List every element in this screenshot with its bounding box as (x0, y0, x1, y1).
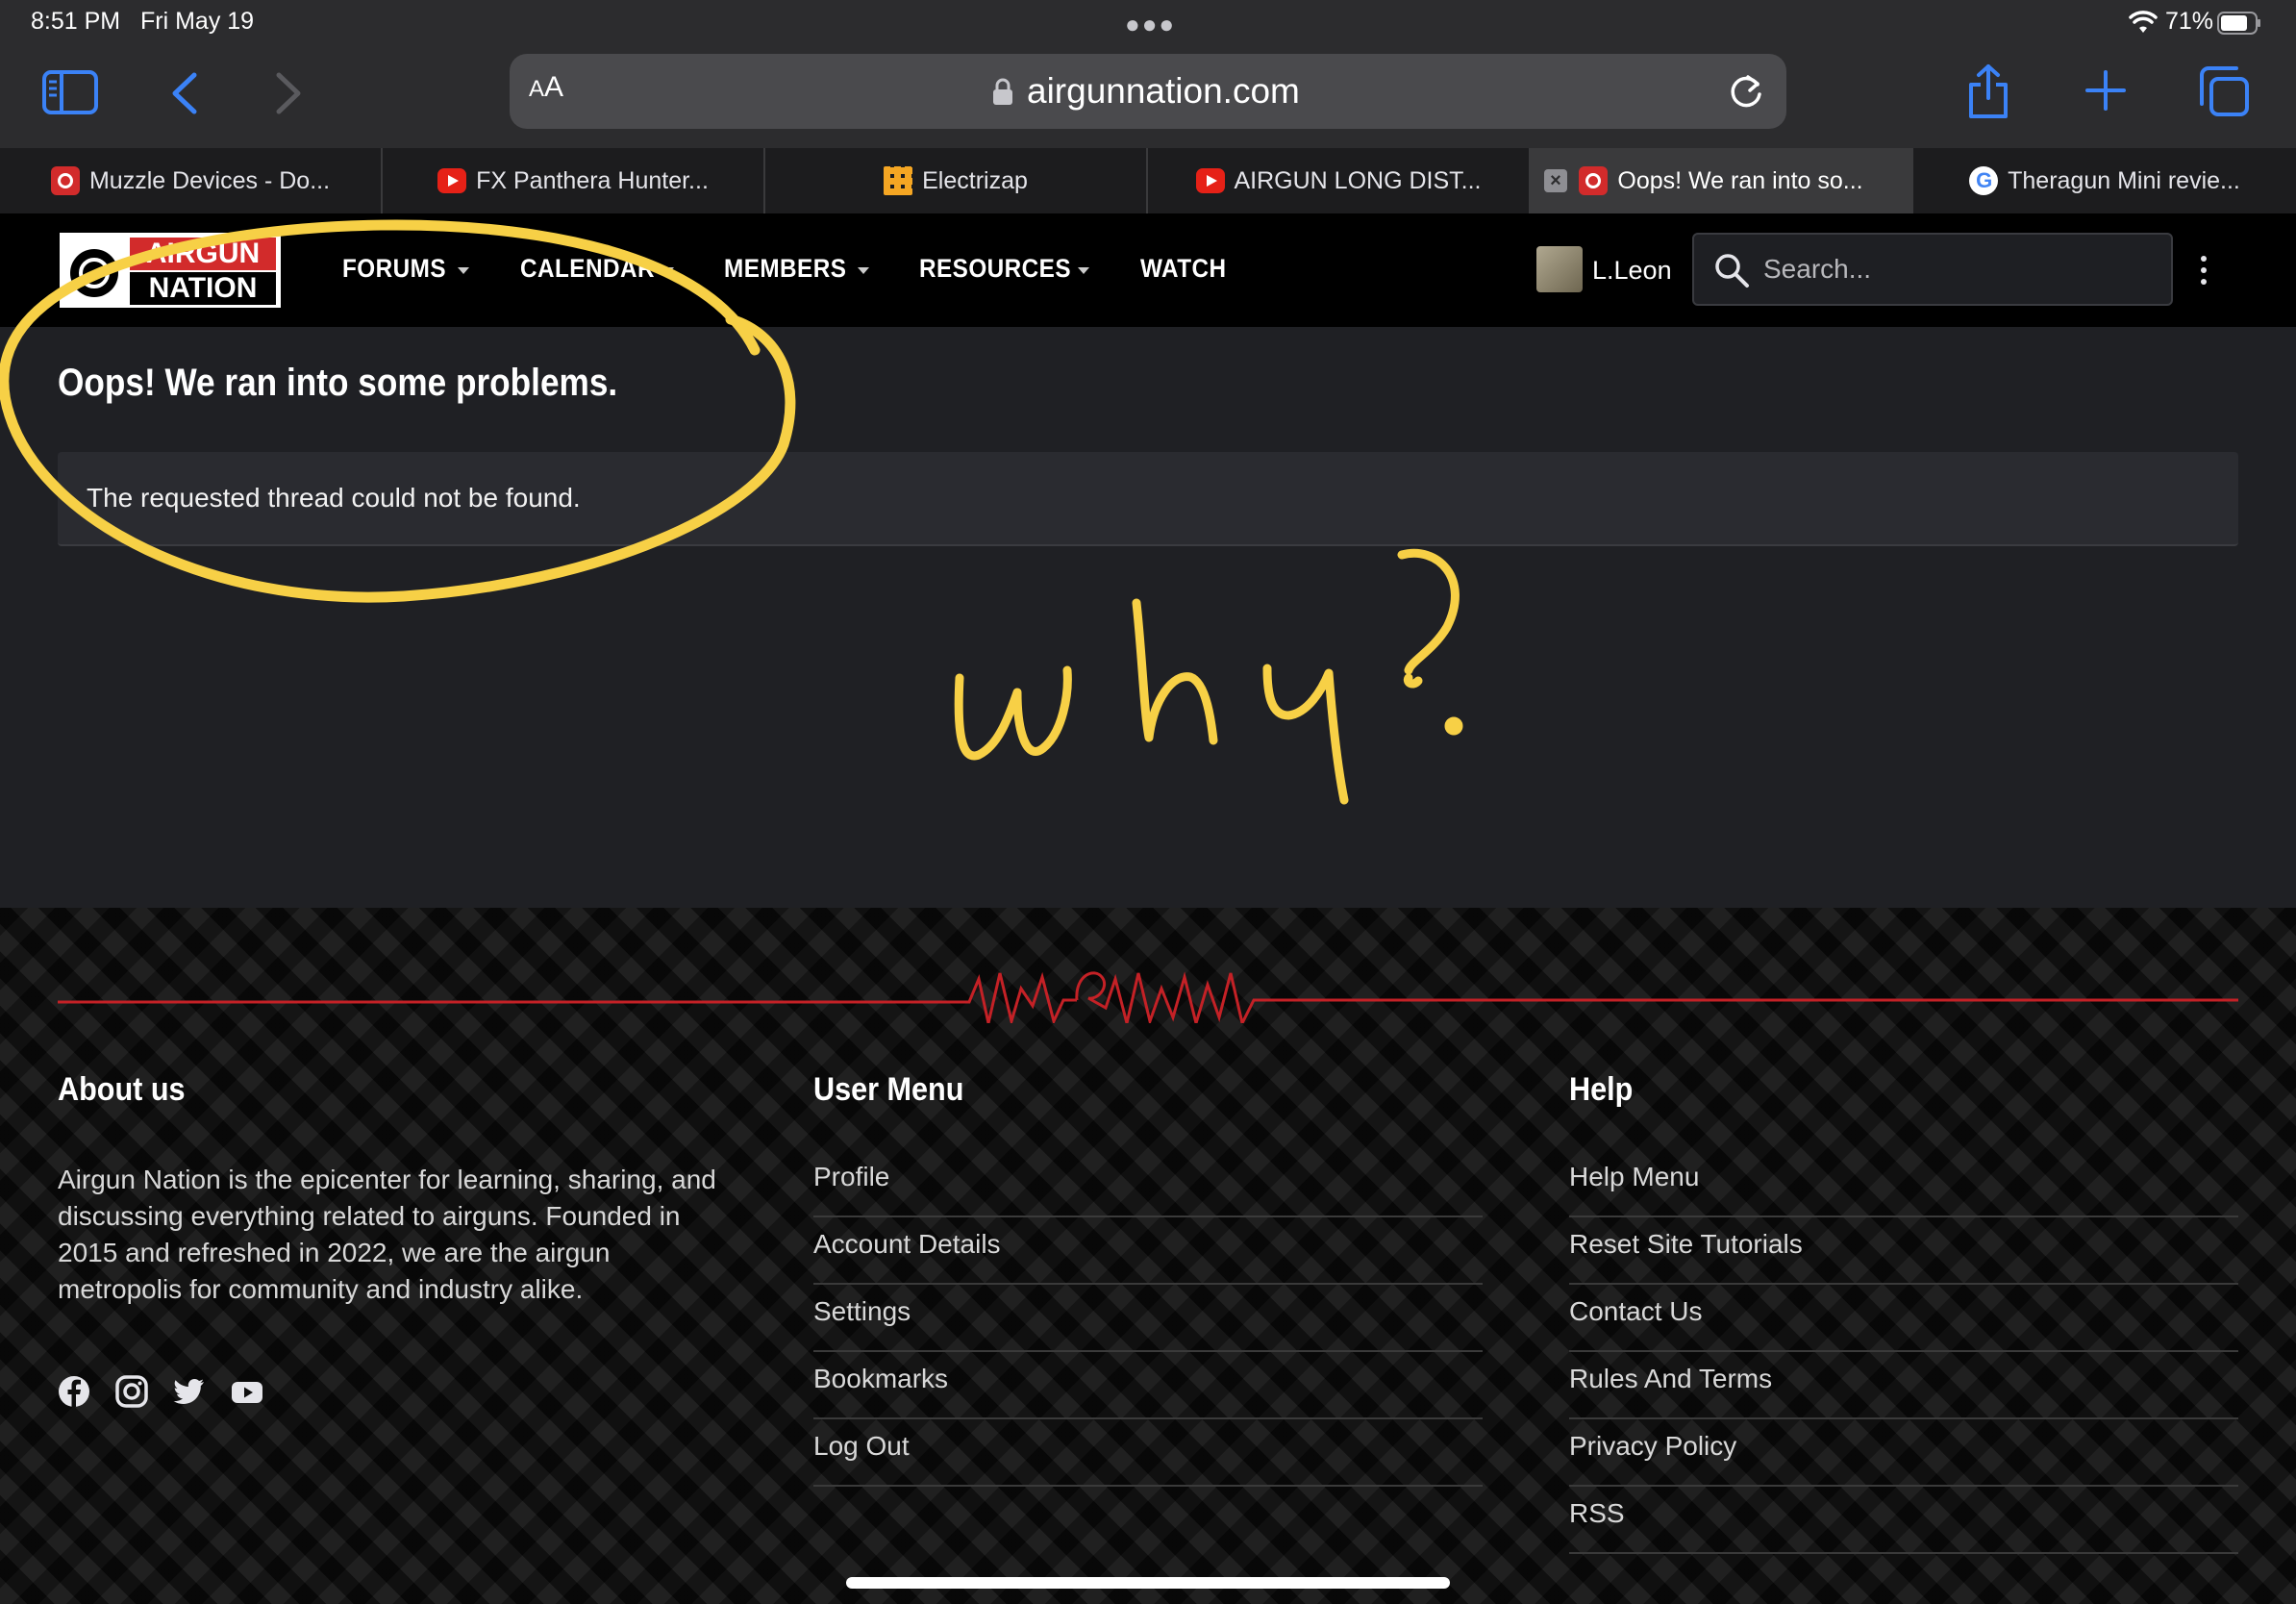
site-search[interactable] (1692, 233, 2173, 306)
logo-text-top: AIRGUN (130, 238, 276, 270)
tab-title: Electrizap (922, 166, 1028, 194)
about-text: Airgun Nation is the epicenter for learn… (58, 1165, 716, 1304)
browser-tab[interactable]: AIRGUN LONG DIST... (1148, 148, 1531, 213)
error-message: The requested thread could not be found. (87, 483, 581, 513)
footer-about-column: About us (58, 1071, 199, 1109)
airgun-nation-favicon-icon (50, 166, 80, 195)
reload-icon[interactable] (1727, 71, 1765, 112)
search-input[interactable] (1763, 235, 2148, 304)
back-icon[interactable] (167, 71, 202, 115)
main-content: Oops! We ran into some problems. The req… (0, 327, 2296, 908)
airgun-nation-favicon-icon (1579, 166, 1609, 195)
status-time: 8:51 PM (31, 8, 121, 35)
youtube-favicon-icon (1195, 168, 1225, 193)
close-tab-icon[interactable]: × (1544, 169, 1567, 192)
nav-members[interactable]: MEMBERS (724, 254, 846, 284)
url-text[interactable]: airgunnation.com (1027, 71, 1300, 112)
page-title: Oops! We ran into some problems. (58, 362, 618, 404)
footer-link-account-details[interactable]: Account Details (813, 1217, 1483, 1285)
help-menu-list: Help Menu Reset Site Tutorials Contact U… (1569, 1150, 2238, 1554)
tab-title: Oops! We ran into so... (1617, 166, 1863, 194)
more-options-icon[interactable] (2196, 254, 2211, 287)
footer-link-profile[interactable]: Profile (813, 1150, 1483, 1217)
youtube-favicon-icon (437, 168, 467, 193)
footer-link-log-out[interactable]: Log Out (813, 1419, 1483, 1487)
footer-link-reset-tutorials[interactable]: Reset Site Tutorials (1569, 1217, 2238, 1285)
footer-user-menu-column: User Menu (813, 1071, 981, 1109)
site-footer: About us Airgun Nation is the epicenter … (0, 908, 2296, 1604)
footer-link-contact-us[interactable]: Contact Us (1569, 1285, 2238, 1352)
tab-title: FX Panthera Hunter... (476, 166, 709, 194)
footer-link-bookmarks[interactable]: Bookmarks (813, 1352, 1483, 1419)
browser-tab-active[interactable]: × Oops! We ran into so... (1531, 148, 1913, 213)
user-menu-list: Profile Account Details Settings Bookmar… (813, 1150, 1483, 1487)
reader-large-a: A (544, 71, 564, 103)
twitter-icon[interactable] (173, 1375, 206, 1408)
footer-heading: User Menu (813, 1071, 964, 1108)
nav-forums[interactable]: FORUMS (342, 254, 446, 284)
electrizap-favicon-icon (884, 166, 913, 195)
crosshair-logo-icon (70, 249, 118, 297)
chevron-down-icon[interactable] (458, 267, 469, 274)
new-tab-icon[interactable] (2084, 69, 2127, 112)
tab-title: AIRGUN LONG DIST... (1234, 166, 1482, 194)
chevron-down-icon[interactable] (662, 267, 674, 274)
wifi-icon (2129, 11, 2158, 33)
footer-link-privacy-policy[interactable]: Privacy Policy (1569, 1419, 2238, 1487)
google-favicon-icon (1969, 166, 1999, 195)
heartbeat-divider (58, 971, 2238, 1023)
footer-link-settings[interactable]: Settings (813, 1285, 1483, 1352)
nav-watch[interactable]: WATCH (1140, 254, 1227, 284)
error-box: The requested thread could not be found. (58, 452, 2238, 546)
youtube-icon[interactable] (231, 1375, 263, 1408)
footer-link-rss[interactable]: RSS (1569, 1487, 2238, 1554)
tab-title: Muzzle Devices - Do... (88, 166, 331, 194)
home-indicator[interactable] (846, 1577, 1450, 1589)
browser-tab[interactable]: FX Panthera Hunter... (383, 148, 765, 213)
nav-resources[interactable]: RESOURCES (919, 254, 1071, 284)
footer-heading: Help (1569, 1071, 1634, 1108)
chevron-down-icon[interactable] (858, 267, 869, 274)
browser-tab[interactable]: Muzzle Devices - Do... (0, 148, 383, 213)
avatar[interactable] (1536, 246, 1583, 292)
facebook-icon[interactable] (58, 1375, 90, 1408)
reader-options-button[interactable]: AA (529, 71, 563, 104)
tab-strip: Muzzle Devices - Do... FX Panthera Hunte… (0, 148, 2296, 213)
chevron-down-icon[interactable] (1078, 267, 1089, 274)
battery-percent: 71% (2165, 8, 2214, 35)
tab-overview-icon[interactable] (2198, 65, 2250, 117)
tab-title: Theragun Mini revie... (2008, 166, 2240, 194)
lock-icon (993, 78, 1012, 105)
footer-heading: About us (58, 1071, 186, 1108)
share-icon[interactable] (1965, 63, 2011, 119)
site-header: AIRGUN NATION FORUMS CALENDAR MEMBERS RE… (0, 213, 2296, 327)
user-name[interactable]: L.Leon (1592, 256, 1672, 286)
logo-text-bottom: NATION (130, 272, 276, 305)
browser-toolbar: AA airgunnation.com (0, 48, 2296, 148)
sidebar-toggle-icon[interactable] (42, 69, 98, 115)
multitasking-dots-icon[interactable]: ●●● (1125, 10, 1176, 39)
instagram-icon[interactable] (115, 1375, 148, 1408)
status-bar: 8:51 PM Fri May 19 ●●● 71% (0, 0, 2296, 48)
search-icon[interactable] (1713, 252, 1750, 288)
forward-icon[interactable] (271, 71, 306, 115)
status-date: Fri May 19 (140, 8, 255, 35)
nav-calendar[interactable]: CALENDAR (520, 254, 655, 284)
footer-help-column: Help (1569, 1071, 1640, 1109)
browser-tab[interactable]: Theragun Mini revie... (1913, 148, 2296, 213)
address-bar[interactable]: AA airgunnation.com (510, 54, 1786, 129)
footer-link-help-menu[interactable]: Help Menu (1569, 1150, 2238, 1217)
browser-tab[interactable]: Electrizap (765, 148, 1148, 213)
battery-icon (2217, 12, 2260, 35)
reader-small-a: A (529, 76, 545, 102)
footer-link-rules-terms[interactable]: Rules And Terms (1569, 1352, 2238, 1419)
site-logo[interactable]: AIRGUN NATION (60, 233, 281, 308)
